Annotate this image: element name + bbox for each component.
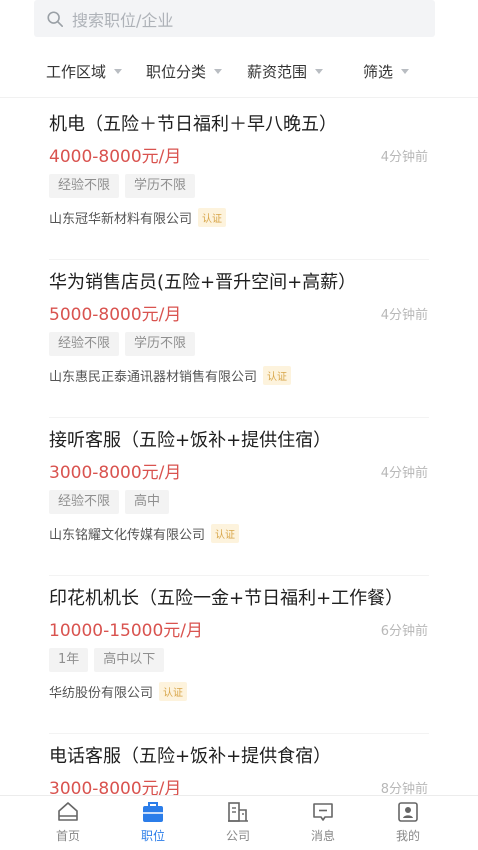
bottom-tab-bar: 首页 职位 公司 消息 我的 [0, 795, 478, 850]
job-card[interactable]: 电话客服（五险+饭补+提供食宿） 3000-8000元/月 8分钟前 [0, 734, 478, 795]
search-bar[interactable]: 搜索职位/企业 [34, 0, 435, 37]
filter-more[interactable]: 筛选 [363, 61, 410, 82]
job-title: 电话客服（五险+饭补+提供食宿） [49, 746, 332, 767]
filter-area-label: 工作区域 [46, 62, 107, 81]
verified-badge: 认证 [263, 366, 292, 385]
chevron-down-icon [315, 68, 324, 74]
job-company: 山东冠华新材料有限公司 认证 [49, 208, 227, 227]
job-tag: 1年 [49, 648, 89, 672]
search-placeholder: 搜索职位/企业 [72, 10, 174, 30]
search-icon [47, 10, 64, 27]
filter-divider [0, 97, 478, 98]
job-tag: 经验不限 [49, 490, 120, 514]
job-salary: 3000-8000元/月 [49, 463, 182, 483]
job-salary: 3000-8000元/月 [49, 779, 182, 795]
profile-icon [398, 802, 418, 822]
tab-profile[interactable]: 我的 [378, 800, 438, 844]
job-card[interactable]: 印花机机长（五险一金+节日福利+工作餐） 10000-15000元/月 6分钟前… [0, 576, 478, 734]
job-company: 华纺股份有限公司 认证 [49, 682, 188, 701]
message-icon [313, 803, 333, 821]
job-posted-time: 4分钟前 [380, 308, 428, 323]
job-tag: 学历不限 [125, 174, 196, 198]
chevron-down-icon [214, 68, 223, 74]
company-name: 山东冠华新材料有限公司 [49, 212, 193, 227]
job-card[interactable]: 华为销售店员(五险+晋升空间+高薪） 5000-8000元/月 4分钟前 经验不… [0, 260, 478, 418]
job-tag: 经验不限 [49, 174, 120, 198]
company-name: 山东惠民正泰通讯器材销售有限公司 [49, 370, 258, 385]
job-company: 山东惠民正泰通讯器材销售有限公司 认证 [49, 366, 292, 385]
job-posted-time: 8分钟前 [380, 782, 428, 795]
tab-messages[interactable]: 消息 [293, 800, 353, 844]
job-tags: 1年 高中以下 [49, 648, 165, 672]
filter-salary[interactable]: 薪资范围 [247, 61, 324, 82]
filter-more-label: 筛选 [363, 62, 394, 81]
filter-category-label: 职位分类 [146, 62, 207, 81]
tab-home[interactable]: 首页 [38, 800, 98, 844]
job-tags: 经验不限 学历不限 [49, 174, 196, 198]
job-card[interactable]: 机电（五险＋节日福利＋早八晚五） 4000-8000元/月 4分钟前 经验不限 … [0, 102, 478, 260]
verified-badge: 认证 [198, 208, 227, 227]
job-title: 机电（五险＋节日福利＋早八晚五） [49, 114, 337, 135]
chevron-down-icon [114, 68, 123, 74]
tab-label: 公司 [225, 829, 250, 843]
job-posted-time: 4分钟前 [380, 150, 428, 165]
job-title: 印花机机长（五险一金+节日福利+工作餐） [49, 588, 404, 609]
job-tags: 经验不限 高中 [49, 490, 170, 514]
job-card[interactable]: 接听客服（五险+饭补+提供住宿） 3000-8000元/月 4分钟前 经验不限 … [0, 418, 478, 576]
job-salary: 10000-15000元/月 [49, 621, 204, 641]
building-icon [228, 802, 248, 822]
job-company: 山东铭耀文化传媒有限公司 认证 [49, 524, 240, 543]
job-title: 接听客服（五险+饭补+提供住宿） [49, 430, 332, 451]
job-posted-time: 4分钟前 [380, 466, 428, 481]
job-salary: 5000-8000元/月 [49, 305, 182, 325]
tab-label: 我的 [395, 829, 420, 843]
home-icon [58, 802, 78, 821]
job-tags: 经验不限 学历不限 [49, 332, 196, 356]
job-tag: 高中 [125, 490, 170, 514]
filter-salary-label: 薪资范围 [247, 62, 308, 81]
job-title: 华为销售店员(五险+晋升空间+高薪） [49, 272, 357, 293]
company-name: 华纺股份有限公司 [49, 686, 154, 701]
job-posted-time: 6分钟前 [380, 624, 428, 639]
chevron-down-icon [401, 68, 410, 74]
filter-area[interactable]: 工作区域 [46, 61, 123, 82]
filter-bar: 工作区域 职位分类 薪资范围 筛选 [0, 52, 478, 90]
verified-badge: 认证 [211, 524, 240, 543]
tab-label: 首页 [55, 829, 80, 843]
tab-jobs[interactable]: 职位 [123, 800, 183, 844]
tab-label: 职位 [140, 829, 165, 843]
job-tag: 高中以下 [94, 648, 165, 672]
company-name: 山东铭耀文化传媒有限公司 [49, 528, 206, 543]
job-tag: 学历不限 [125, 332, 196, 356]
job-salary: 4000-8000元/月 [49, 147, 182, 167]
filter-category[interactable]: 职位分类 [146, 61, 223, 82]
tab-label: 消息 [310, 829, 335, 843]
briefcase-icon [143, 802, 163, 822]
job-tag: 经验不限 [49, 332, 120, 356]
verified-badge: 认证 [159, 682, 188, 701]
tab-company[interactable]: 公司 [208, 800, 268, 844]
